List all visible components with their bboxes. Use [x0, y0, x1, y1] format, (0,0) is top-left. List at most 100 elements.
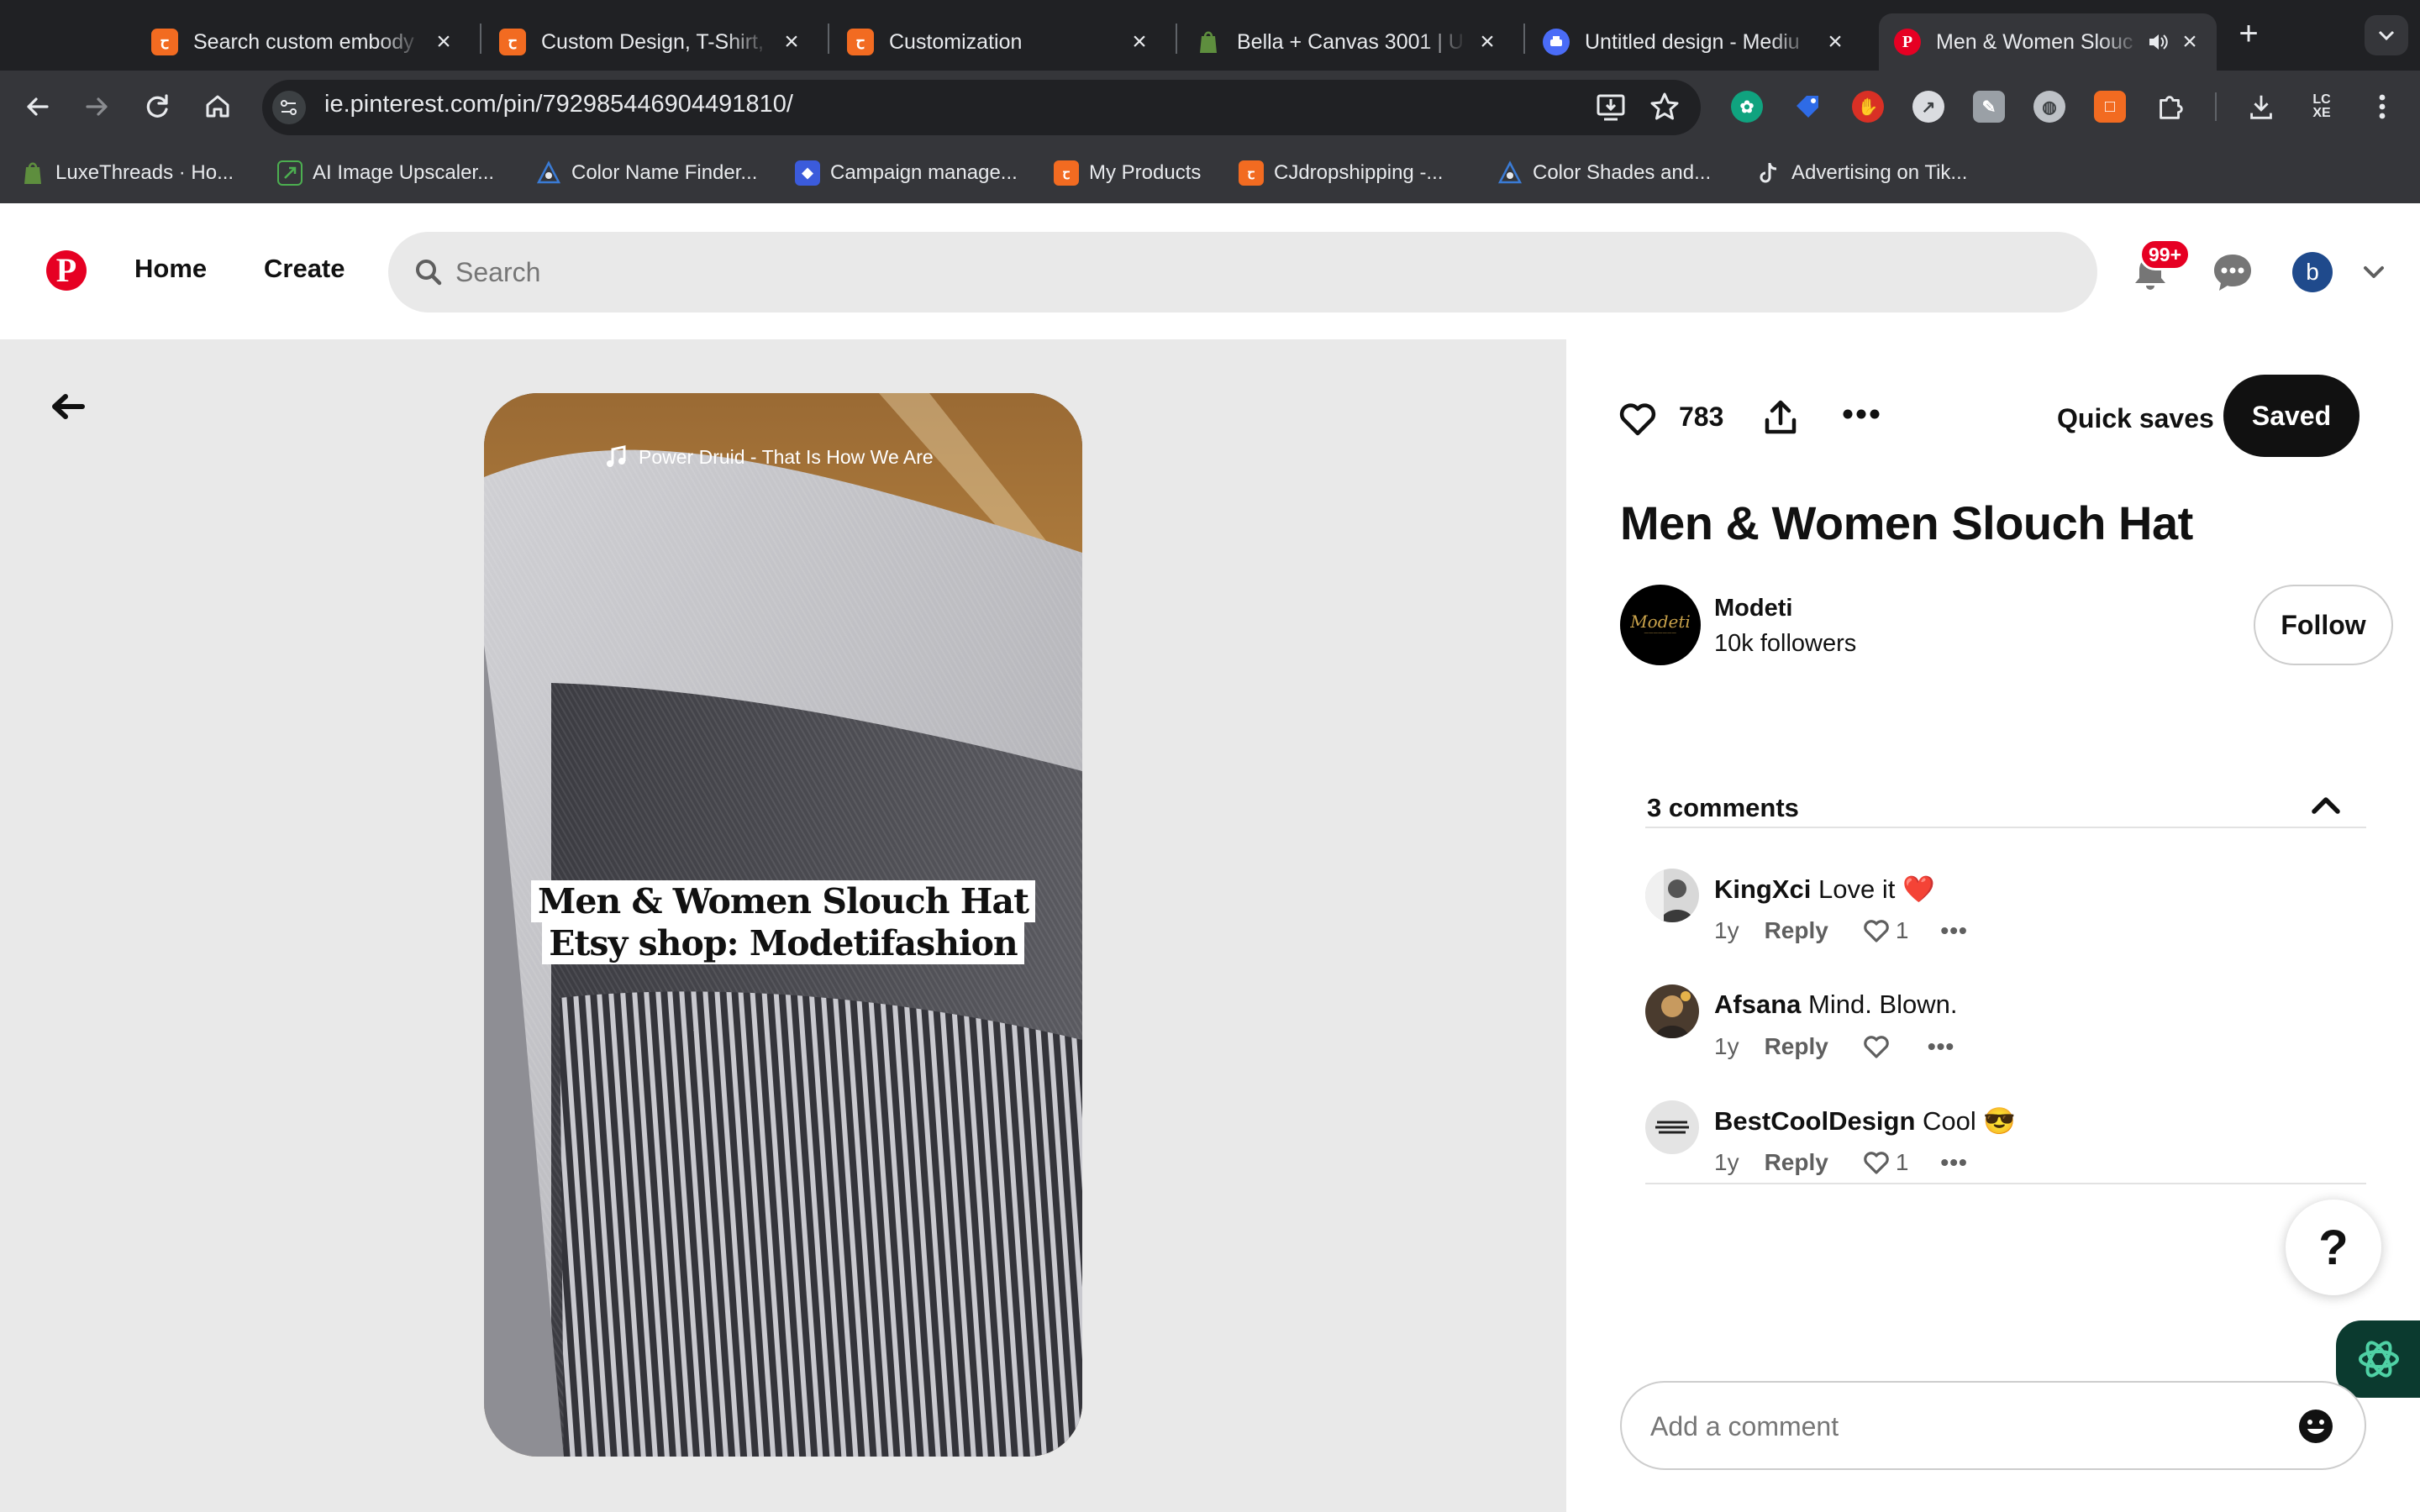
- close-tab-icon[interactable]: ×: [432, 29, 455, 55]
- comment-text: Afsana Mind. Blown.: [1714, 990, 1958, 1019]
- heart-icon: [1864, 1036, 1889, 1058]
- new-tab-button[interactable]: +: [2232, 17, 2265, 54]
- pin-caption-line: Men & Women Slouch Hat: [484, 880, 1082, 922]
- edit-extension-icon[interactable]: ✎: [1973, 91, 2005, 123]
- tab-divider: [1176, 24, 1177, 54]
- toolbar-divider: [2215, 92, 2217, 121]
- tiktok-icon: [1756, 160, 1781, 186]
- close-tab-icon[interactable]: ×: [1128, 29, 1151, 55]
- creator-avatar[interactable]: Modeti ———————: [1620, 585, 1701, 665]
- saved-button[interactable]: Saved: [2223, 375, 2360, 457]
- heart-icon[interactable]: [1618, 402, 1657, 441]
- reply-button[interactable]: Reply: [1765, 1033, 1828, 1060]
- pin-title: Men & Women Slouch Hat: [1620, 496, 2193, 549]
- back-arrow-icon[interactable]: [49, 390, 87, 423]
- comment-more-icon[interactable]: •••: [1940, 917, 1967, 944]
- tag-extension-icon[interactable]: [1791, 91, 1823, 123]
- bookmark-item[interactable]: ꞇ CJdropshipping -...: [1239, 159, 1443, 187]
- comment-avatar[interactable]: [1645, 984, 1699, 1038]
- tab-search-button[interactable]: [2365, 15, 2408, 55]
- bookmark-item[interactable]: ꞇ My Products: [1054, 159, 1201, 187]
- help-button[interactable]: ?: [2286, 1200, 2381, 1295]
- downloads-icon[interactable]: [2245, 91, 2277, 123]
- pinterest-logo-icon[interactable]: P: [46, 250, 87, 291]
- color-icon: [536, 160, 561, 186]
- comments-header[interactable]: 3 comments: [1647, 793, 1799, 823]
- browser-tab[interactable]: ꞇ Customization ×: [832, 13, 1166, 71]
- nav-home[interactable]: Home: [134, 254, 207, 284]
- reaction-count: 783: [1679, 402, 1724, 432]
- home-icon[interactable]: [198, 87, 237, 126]
- bookmark-item[interactable]: Advertising on Tik...: [1756, 159, 1967, 187]
- site-settings-icon[interactable]: [271, 89, 309, 128]
- comment-author[interactable]: BestCoolDesign: [1714, 1106, 1915, 1136]
- chrome-menu-icon[interactable]: [2366, 91, 2398, 123]
- browser-tab[interactable]: ꞇ Custom Design, T-Shirt, ×: [484, 13, 818, 71]
- bookmark-item[interactable]: Color Name Finder...: [536, 159, 757, 187]
- emoji-icon[interactable]: [2297, 1408, 2334, 1449]
- campaign-icon: ◆: [795, 160, 820, 186]
- pin-video[interactable]: Power Druid - That Is How We Are Men & W…: [484, 393, 1082, 1457]
- bookmark-star-icon[interactable]: [1645, 87, 1684, 126]
- creator-name[interactable]: Modeti: [1714, 595, 1792, 622]
- close-tab-icon[interactable]: ×: [1823, 29, 1847, 55]
- comment-author[interactable]: KingXci: [1714, 874, 1811, 904]
- chatgpt-extension-icon[interactable]: ✿: [1731, 91, 1763, 123]
- messages-icon[interactable]: [2212, 252, 2254, 297]
- add-comment-placeholder: Add a comment: [1650, 1411, 1839, 1441]
- close-tab-icon[interactable]: ×: [780, 29, 803, 55]
- chevron-up-icon[interactable]: [2307, 790, 2344, 824]
- tab-divider: [828, 24, 829, 54]
- comment-more-icon[interactable]: •••: [1928, 1033, 1954, 1060]
- cj-icon: ꞇ: [499, 29, 526, 55]
- comment-like-button[interactable]: 1: [1862, 1149, 1908, 1176]
- adblock-extension-icon[interactable]: ✋: [1852, 91, 1884, 123]
- creator-followers: 10k followers: [1714, 630, 1857, 657]
- link-extension-icon[interactable]: ↗: [1912, 91, 1944, 123]
- browser-tab[interactable]: Bella + Canvas 3001 | U ×: [1180, 13, 1514, 71]
- close-tab-icon[interactable]: ×: [1476, 29, 1499, 55]
- extensions-puzzle-icon[interactable]: [2154, 91, 2186, 123]
- shop-extension-icon[interactable]: □: [2094, 91, 2126, 123]
- heart-icon: [1864, 920, 1889, 942]
- comment-more-icon[interactable]: •••: [1940, 1149, 1967, 1176]
- reply-button[interactable]: Reply: [1765, 1149, 1828, 1176]
- nav-create[interactable]: Create: [264, 254, 345, 284]
- account-chevron-down-icon[interactable]: [2361, 260, 2386, 288]
- bookmark-item[interactable]: ◆ Campaign manage...: [795, 159, 1018, 187]
- bookmark-item[interactable]: LuxeThreads · Ho...: [20, 159, 234, 187]
- color-icon: [1497, 160, 1523, 186]
- cj-icon: ꞇ: [151, 29, 178, 55]
- user-avatar[interactable]: b: [2292, 252, 2333, 292]
- bookmark-item[interactable]: Color Shades and...: [1497, 159, 1711, 187]
- comment-avatar[interactable]: [1645, 869, 1699, 922]
- comment-like-button[interactable]: [1862, 1034, 1896, 1059]
- browser-tab[interactable]: ꞇ Search custom embody ×: [136, 13, 471, 71]
- chatgpt-floating-icon[interactable]: [2336, 1320, 2420, 1398]
- comment-meta: 1y Reply 1 •••: [1714, 1149, 1968, 1176]
- install-app-icon[interactable]: [1591, 87, 1630, 126]
- browser-tab-active[interactable]: P Men & Women Slouc ×: [1879, 13, 2217, 71]
- share-icon[interactable]: [1762, 398, 1799, 441]
- search-input[interactable]: [388, 232, 2097, 312]
- more-options-icon[interactable]: [1842, 408, 1881, 424]
- comment-like-button[interactable]: 1: [1862, 917, 1908, 944]
- quick-saves-button[interactable]: Quick saves: [2057, 403, 2214, 434]
- url-text[interactable]: ie.pinterest.com/pin/792985446904491810/: [324, 91, 793, 118]
- bookmark-item[interactable]: AI Image Upscaler...: [277, 159, 494, 187]
- search-icon: [413, 257, 444, 291]
- pinterest-icon: P: [1894, 29, 1921, 55]
- back-nav-icon[interactable]: [18, 87, 57, 126]
- divider: [1645, 1183, 2366, 1184]
- globe-extension-icon[interactable]: ◍: [2033, 91, 2065, 123]
- forward-nav-icon[interactable]: [77, 87, 116, 126]
- comment-avatar[interactable]: [1645, 1100, 1699, 1154]
- speaker-icon[interactable]: [2146, 30, 2170, 54]
- reply-button[interactable]: Reply: [1765, 917, 1828, 944]
- profile-extension-icon[interactable]: LC XE: [2306, 91, 2338, 123]
- browser-tab[interactable]: Untitled design - Mediu ×: [1528, 13, 1862, 71]
- close-tab-icon[interactable]: ×: [2178, 29, 2202, 55]
- reload-icon[interactable]: [138, 87, 176, 126]
- follow-button[interactable]: Follow: [2254, 585, 2393, 665]
- comment-author[interactable]: Afsana: [1714, 990, 1801, 1019]
